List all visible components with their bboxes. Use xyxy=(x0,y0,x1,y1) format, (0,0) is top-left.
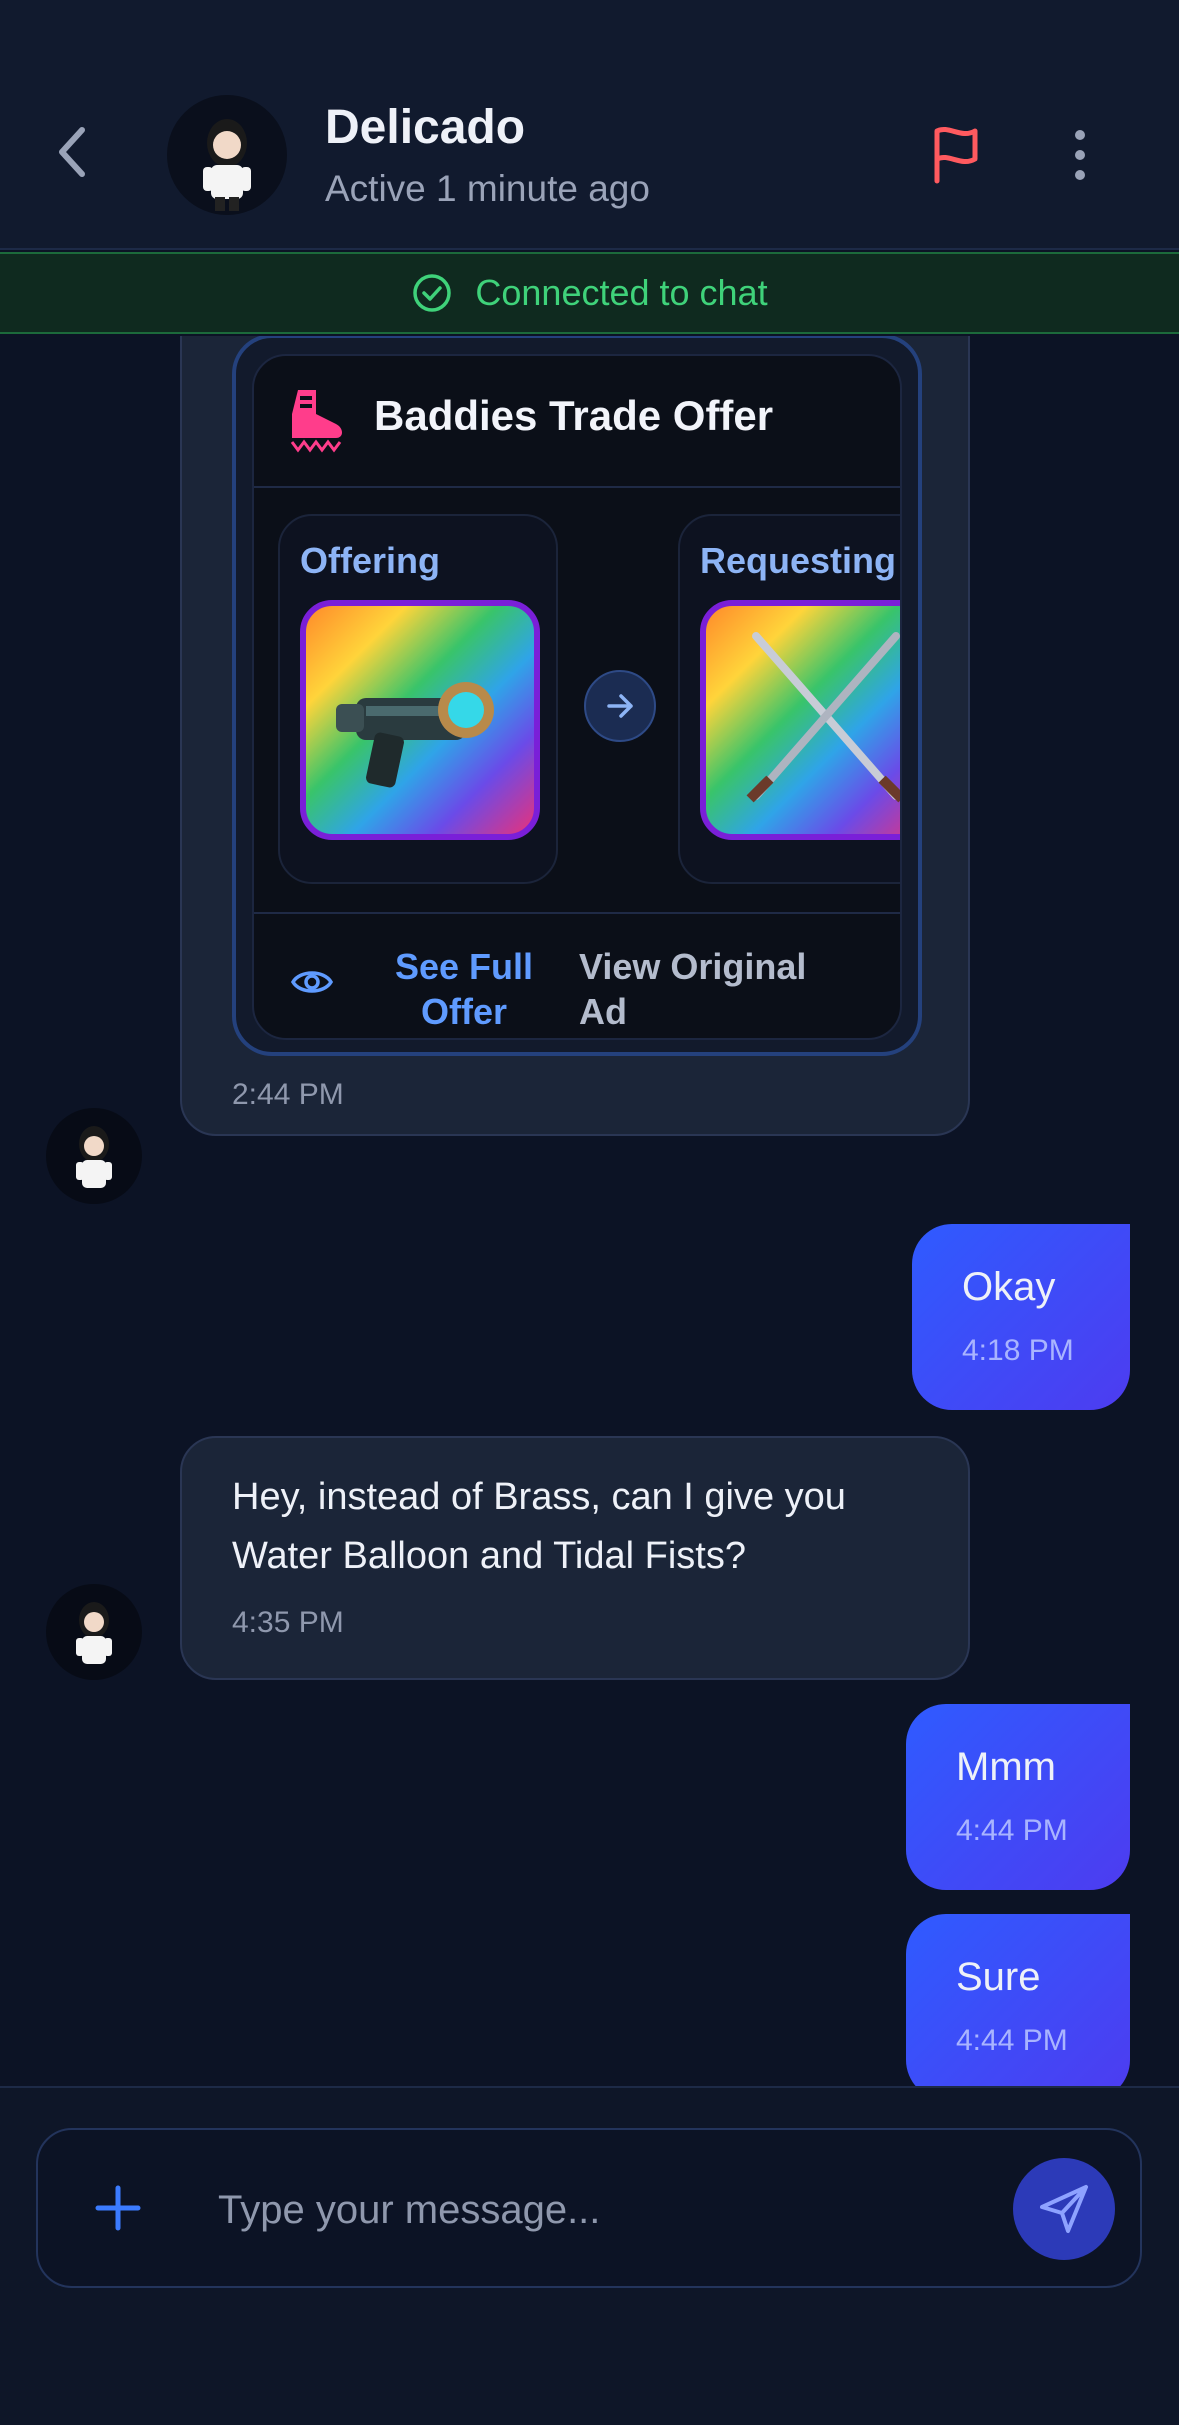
message-list[interactable]: Baddies Trade Offer Offering Requesting … xyxy=(0,336,1179,2086)
plus-icon xyxy=(95,2185,141,2231)
check-circle-icon xyxy=(413,274,452,312)
message-time: 4:18 PM xyxy=(962,1334,1074,1367)
view-original-ad-link[interactable]: View Original Ad xyxy=(579,944,859,1034)
offering-item-image xyxy=(300,600,540,840)
flag-icon xyxy=(934,127,978,184)
offering-item[interactable]: Offering xyxy=(278,514,558,884)
message-time: 4:44 PM xyxy=(956,1814,1068,1847)
requesting-label: Requesting xyxy=(700,540,897,581)
more-options-button[interactable] xyxy=(1065,125,1095,185)
trade-offer-message: Baddies Trade Offer Offering Requesting … xyxy=(180,336,970,1136)
send-button[interactable] xyxy=(1013,2158,1115,2260)
avatar-figure xyxy=(76,1602,112,1664)
chat-header: Delicado Active 1 minute ago xyxy=(0,0,1179,250)
received-message: Hey, instead of Brass, can I give you Wa… xyxy=(180,1436,970,1680)
sender-avatar[interactable] xyxy=(46,1108,142,1204)
see-full-offer-link[interactable]: See Full Offer xyxy=(384,944,544,1034)
divider xyxy=(254,486,900,488)
message-time: 4:44 PM xyxy=(956,2024,1068,2057)
blaster-weapon-icon xyxy=(336,682,494,788)
sent-message: Mmm 4:44 PM xyxy=(906,1704,1130,1890)
avatar-figure xyxy=(76,1126,112,1188)
sent-message: Sure 4:44 PM xyxy=(906,1914,1130,2086)
sent-message: Okay 4:18 PM xyxy=(912,1224,1130,1410)
trade-title: Baddies Trade Offer xyxy=(374,392,774,439)
chevron-left-icon xyxy=(59,127,85,177)
requesting-item-image xyxy=(700,600,900,840)
trade-offer-card[interactable]: Baddies Trade Offer Offering Requesting … xyxy=(252,354,902,1040)
back-button[interactable] xyxy=(50,122,94,182)
more-vertical-icon xyxy=(1075,130,1085,180)
message-input[interactable] xyxy=(218,2170,1018,2250)
eye-icon xyxy=(290,971,334,993)
boot-logo-icon xyxy=(290,390,342,453)
connection-banner: Connected to chat xyxy=(0,252,1179,334)
avatar-figure xyxy=(203,119,251,211)
banner-text: Connected to chat xyxy=(475,272,768,313)
report-button[interactable] xyxy=(925,125,985,185)
composer-bar xyxy=(0,2086,1179,2425)
message-text: Sure xyxy=(956,1955,1041,1999)
crossed-blades-icon xyxy=(746,632,900,803)
contact-avatar[interactable] xyxy=(167,95,287,215)
attach-button[interactable] xyxy=(90,2180,146,2236)
trade-arrow xyxy=(584,670,656,742)
composer-box xyxy=(36,2128,1142,2288)
message-text: Okay xyxy=(962,1265,1056,1309)
message-time: 4:35 PM xyxy=(232,1606,344,1639)
message-text: Mmm xyxy=(956,1745,1056,1789)
divider xyxy=(254,912,900,914)
trade-offer-frame: Baddies Trade Offer Offering Requesting … xyxy=(232,336,922,1056)
send-icon xyxy=(1040,2185,1088,2233)
offering-label: Offering xyxy=(300,540,440,581)
contact-status: Active 1 minute ago xyxy=(325,168,650,209)
sender-avatar[interactable] xyxy=(46,1584,142,1680)
requesting-item[interactable]: Requesting xyxy=(678,514,900,884)
message-time: 2:44 PM xyxy=(232,1078,344,1111)
arrow-right-icon xyxy=(607,694,633,718)
message-text: Hey, instead of Brass, can I give you Wa… xyxy=(232,1476,846,1577)
contact-name: Delicado xyxy=(325,101,526,154)
